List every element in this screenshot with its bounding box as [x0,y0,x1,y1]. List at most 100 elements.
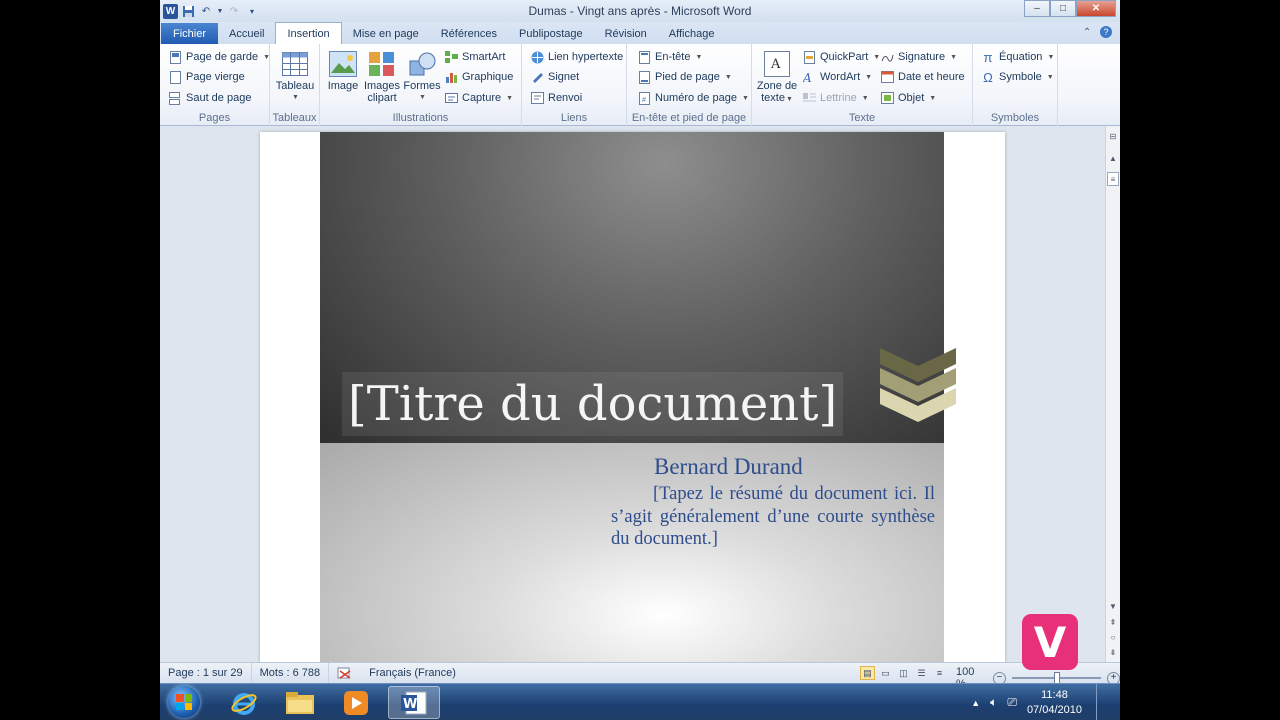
scroll-down-icon[interactable]: ▼ [1107,600,1119,612]
media-player-taskbar-icon[interactable] [330,686,382,719]
date-et-heure-button[interactable]: Date et heure [880,68,965,86]
tab-accueil[interactable]: Accueil [218,23,275,44]
word-app-icon[interactable]: W [163,3,178,19]
ribbon-help-icons: ⌃ ? [1083,26,1112,38]
language-status[interactable]: Français (France) [361,663,464,684]
graphique-button[interactable]: Graphique [444,68,513,86]
clock[interactable]: 11:48 07/04/2010 [1027,688,1082,718]
tab-references[interactable]: Références [430,23,508,44]
vertical-scrollbar[interactable]: ⊟ ▲ ≡ ▼ ⇞ ○ ⇟ [1105,126,1120,662]
chevron-down-icon: ▼ [1046,73,1054,81]
save-icon[interactable] [180,3,196,19]
watermark-logo: V [1022,614,1078,670]
volume-icon[interactable]: 🔈︎ [990,695,997,710]
group-label-texte: Texte [848,112,876,124]
chevron-down-icon: ▼ [785,96,793,103]
show-desktop-button[interactable] [1096,684,1110,720]
undo-icon[interactable]: ↶ [198,3,214,19]
watermark-letter: V [1033,617,1067,667]
chevron-down-icon: ▼ [292,94,299,101]
zoom-slider[interactable] [1011,672,1102,684]
clipart-icon [367,50,397,78]
document-title-placeholder[interactable]: [Titre du document] [342,372,844,436]
chevron-down-icon: ▼ [724,73,732,81]
zone-de-texte-button[interactable]: A Zone de texte▼ [754,50,800,106]
lettrine-button[interactable]: Lettrine ▼ [802,89,869,107]
page-vierge-button[interactable]: Page vierge [168,68,245,86]
capture-button[interactable]: Capture ▼ [444,89,513,107]
document-page[interactable]: [Titre du document] Bernard Durand [Tape… [260,132,1005,662]
abstract-placeholder[interactable]: [Tapez le résumé du document ici. Il s’a… [611,483,935,551]
network-icon[interactable]: ⎚ [1007,695,1017,710]
previous-page-icon[interactable]: ⇞ [1107,616,1119,628]
print-layout-icon[interactable]: ▤ [860,666,875,680]
full-screen-reading-icon[interactable]: ▭ [878,666,893,680]
hyperlink-icon [530,50,544,64]
word-count[interactable]: Mots : 6 788 [252,662,330,684]
images-clipart-button[interactable]: Images clipart [362,50,402,104]
undo-dropdown-icon[interactable]: ▼ [216,3,224,19]
calendar-icon [880,70,894,84]
web-layout-icon[interactable]: ◫ [896,666,911,680]
browse-object-icon[interactable]: ○ [1107,631,1119,643]
signet-button[interactable]: Signet [530,68,579,86]
redo-icon[interactable]: ↷ [226,3,242,19]
windows-taskbar: W ▲ 🔈︎ ⎚ 11:48 07/04/2010 [160,683,1120,720]
word-taskbar-icon[interactable]: W [388,686,440,719]
lien-hypertexte-button[interactable]: Lien hypertexte [530,48,623,66]
chevron-down-icon: ▼ [950,53,958,61]
renvoi-button[interactable]: Renvoi [530,89,582,107]
maximize-button[interactable]: □ [1050,0,1076,17]
tab-affichage[interactable]: Affichage [658,23,726,44]
group-texte: A Zone de texte▼ QuickPart ▼ A WordArt ▼ L… [752,44,973,126]
en-tete-button[interactable]: En-tête ▼ [637,48,702,66]
tab-mise-en-page[interactable]: Mise en page [342,23,430,44]
internet-explorer-taskbar-icon[interactable] [218,686,270,719]
page-de-garde-button[interactable]: Page de garde ▼ [168,48,270,66]
page-count[interactable]: Page : 1 sur 29 [160,662,252,684]
chevron-down-icon: ▼ [419,94,426,101]
saut-de-page-button[interactable]: Saut de page [168,89,251,107]
tab-publipostage[interactable]: Publipostage [508,23,594,44]
proofing-status[interactable] [329,663,361,684]
blank-page-icon [168,70,182,84]
symbole-button[interactable]: Ω Symbole ▼ [981,68,1054,86]
signature-button[interactable]: Signature ▼ [880,48,957,66]
numero-de-page-button[interactable]: # Numéro de page ▼ [637,89,749,107]
tab-insertion[interactable]: Insertion [275,22,342,44]
draft-view-icon[interactable]: ≡ [932,666,947,680]
chevron-down-icon: ▼ [865,73,873,81]
image-button[interactable]: Image [326,50,360,92]
ruler-toggle-icon[interactable]: ⊟ [1107,130,1119,142]
objet-button[interactable]: Objet ▼ [880,89,936,107]
next-page-icon[interactable]: ⇟ [1107,646,1119,658]
show-hidden-icons-icon[interactable]: ▲ [971,698,980,708]
svg-text:A: A [803,71,812,83]
dropcap-icon [802,91,816,105]
start-button[interactable] [168,686,200,718]
group-illustrations: Image Images clipart Formes ▼ SmartArt G… [320,44,522,126]
formes-button[interactable]: Formes ▼ [403,50,441,104]
pied-de-page-button[interactable]: Pied de page ▼ [637,68,732,86]
quick-access-toolbar: W ↶ ▼ ↷ ▾ [160,0,260,22]
minimize-button[interactable]: – [1024,0,1050,17]
scroll-up-icon[interactable]: ▲ [1107,152,1119,164]
bookmark-icon [530,70,544,84]
quickpart-button[interactable]: QuickPart ▼ [802,48,880,66]
system-tray: ▲ 🔈︎ ⎚ 11:48 07/04/2010 [971,684,1120,720]
screenshot-icon [444,91,458,105]
tab-fichier[interactable]: Fichier [161,23,219,44]
file-explorer-taskbar-icon[interactable] [274,686,326,719]
help-icon[interactable]: ? [1100,26,1112,38]
scroll-thumb[interactable]: ≡ [1107,172,1119,186]
author-placeholder[interactable]: Bernard Durand [654,454,803,480]
tab-revision[interactable]: Révision [594,23,658,44]
minimize-ribbon-icon[interactable]: ⌃ [1083,27,1091,38]
close-button[interactable]: ✕ [1076,0,1116,17]
smartart-button[interactable]: SmartArt [444,48,505,66]
wordart-button[interactable]: A WordArt ▼ [802,68,873,86]
outline-view-icon[interactable]: ☰ [914,666,929,680]
customize-qat-icon[interactable]: ▾ [244,3,260,19]
equation-button[interactable]: π Équation ▼ [981,48,1055,66]
tableau-button[interactable]: Tableau ▼ [274,50,316,104]
